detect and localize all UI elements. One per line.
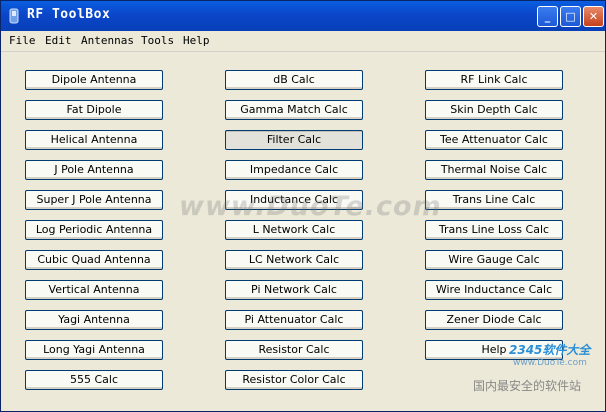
resistor-color-calc-button[interactable]: Resistor Color Calc (225, 370, 363, 390)
log-periodic-antenna-button[interactable]: Log Periodic Antenna (25, 220, 163, 240)
yagi-antenna-button[interactable]: Yagi Antenna (25, 310, 163, 330)
watermark-logo: 2345软件大全 (509, 343, 591, 357)
trans-line-loss-calc-button[interactable]: Trans Line Loss Calc (425, 220, 563, 240)
menu-file[interactable]: File (9, 34, 36, 47)
tee-attenuator-calc-button[interactable]: Tee Attenuator Calc (425, 130, 563, 150)
app-window: RF ToolBox _ □ ✕ File Edit Antennas Tool… (0, 0, 606, 412)
pi-attenuator-calc-button[interactable]: Pi Attenuator Calc (225, 310, 363, 330)
close-button[interactable]: ✕ (583, 6, 604, 27)
trans-line-calc-button[interactable]: Trans Line Calc (425, 190, 563, 210)
menu-help[interactable]: Help (183, 34, 210, 47)
helical-antenna-button[interactable]: Helical Antenna (25, 130, 163, 150)
thermal-noise-calc-button[interactable]: Thermal Noise Calc (425, 160, 563, 180)
inductance-calc-button[interactable]: Inductance Calc (225, 190, 363, 210)
menu-tools[interactable]: Tools (141, 34, 174, 47)
minimize-button[interactable]: _ (537, 6, 558, 27)
lc-network-calc-button[interactable]: LC Network Calc (225, 250, 363, 270)
menu-bar: File Edit Antennas Tools Help (1, 31, 605, 52)
filter-calc-button[interactable]: Filter Calc (225, 130, 363, 150)
gamma-match-calc-button[interactable]: Gamma Match Calc (225, 100, 363, 120)
fat-dipole-button[interactable]: Fat Dipole (25, 100, 163, 120)
wire-gauge-calc-button[interactable]: Wire Gauge Calc (425, 250, 563, 270)
watermark-slogan: 国内最安全的软件站 (473, 379, 582, 393)
dipole-antenna-button[interactable]: Dipole Antenna (25, 70, 163, 90)
impedance-calc-button[interactable]: Impedance Calc (225, 160, 363, 180)
wire-inductance-calc-button[interactable]: Wire Inductance Calc (425, 280, 563, 300)
title-bar[interactable]: RF ToolBox _ □ ✕ (1, 1, 605, 31)
watermark-url: www.DuoTe.com (513, 358, 587, 368)
long-yagi-antenna-button[interactable]: Long Yagi Antenna (25, 340, 163, 360)
vertical-antenna-button[interactable]: Vertical Antenna (25, 280, 163, 300)
app-icon (9, 8, 19, 24)
j-pole-antenna-button[interactable]: J Pole Antenna (25, 160, 163, 180)
zener-diode-calc-button[interactable]: Zener Diode Calc (425, 310, 563, 330)
db-calc-button[interactable]: dB Calc (225, 70, 363, 90)
pi-network-calc-button[interactable]: Pi Network Calc (225, 280, 363, 300)
maximize-button[interactable]: □ (560, 6, 581, 27)
window-title: RF ToolBox (27, 7, 111, 22)
l-network-calc-button[interactable]: L Network Calc (225, 220, 363, 240)
rf-link-calc-button[interactable]: RF Link Calc (425, 70, 563, 90)
menu-edit[interactable]: Edit (45, 34, 72, 47)
super-j-pole-antenna-button[interactable]: Super J Pole Antenna (25, 190, 163, 210)
555-calc-button[interactable]: 555 Calc (25, 370, 163, 390)
menu-antennas[interactable]: Antennas (81, 34, 134, 47)
skin-depth-calc-button[interactable]: Skin Depth Calc (425, 100, 563, 120)
cubic-quad-antenna-button[interactable]: Cubic Quad Antenna (25, 250, 163, 270)
resistor-calc-button[interactable]: Resistor Calc (225, 340, 363, 360)
